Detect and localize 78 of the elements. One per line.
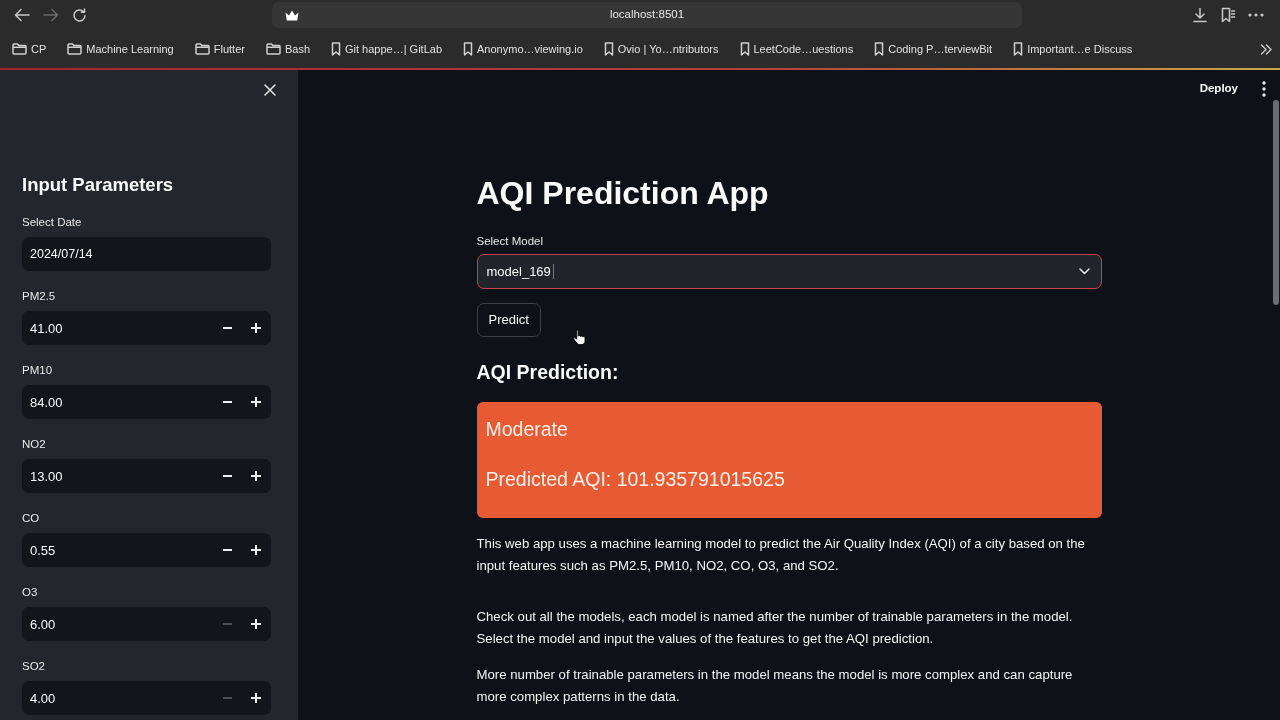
plus-icon (251, 619, 262, 629)
bookmark-icon (603, 42, 614, 56)
predict-button[interactable]: Predict (476, 303, 541, 337)
chevrons-right-icon[interactable] (1260, 43, 1272, 55)
result-category: Moderate (485, 417, 569, 442)
field-label: SO2 (22, 659, 46, 674)
bookmark-link[interactable]: Anonymo…viewing.io (463, 40, 583, 58)
increment-button[interactable] (241, 681, 271, 715)
field-label: Select Model (476, 234, 544, 249)
deploy-button[interactable]: Deploy (1195, 78, 1242, 100)
bookmark-link[interactable]: Ovio | Yo…ntributors (603, 40, 719, 58)
folder-icon (194, 43, 210, 55)
field-label: NO2 (22, 437, 47, 452)
increment-button[interactable] (241, 311, 271, 345)
bookmark-folder[interactable]: CP (12, 40, 47, 58)
increment-button[interactable] (241, 607, 271, 641)
ellipsis-icon[interactable] (1248, 13, 1264, 17)
number-field[interactable]: 6.00 (22, 607, 214, 641)
scrollbar-thumb[interactable] (1273, 100, 1279, 305)
bookmark-link[interactable]: Git happe…| GitLab (331, 40, 443, 58)
description-text: More number of trainable parameters in the model means the model is more complex and can capture more complex patterns in the data. (476, 666, 1074, 706)
date-field[interactable]: 2024/07/14 (22, 237, 271, 271)
field-label: O3 (22, 585, 39, 600)
bookmark-link[interactable]: LeetCode…uestions (739, 40, 854, 58)
minus-icon (222, 549, 232, 551)
plus-icon (251, 545, 262, 555)
bookmark-link[interactable]: Coding P…terviewBit (874, 40, 993, 58)
kebab-menu-icon[interactable] (1262, 81, 1266, 97)
text-caret-icon (552, 264, 555, 279)
folder-icon (67, 43, 83, 55)
field-label: Select Date (22, 215, 83, 230)
bookmark-folder[interactable]: Flutter (194, 40, 245, 58)
increment-button[interactable] (241, 459, 271, 493)
reload-icon[interactable] (72, 7, 87, 23)
description-text: Check out all the models, each model is named after the number of trainable parameters in the model. Select the model and input the values of the features to get the AQI prediction. (476, 608, 1074, 648)
plus-icon (251, 397, 262, 407)
bookmark-icon (331, 42, 341, 56)
section-heading: AQI Prediction: (476, 360, 620, 385)
number-field[interactable]: 84.00 (22, 385, 214, 419)
field-label: PM2.5 (22, 289, 57, 304)
bookmark-folder[interactable]: Machine Learning (67, 40, 174, 58)
field-label: CO (22, 511, 41, 526)
sidebar-title: Input Parameters (22, 173, 175, 197)
bookmark-icon (1013, 42, 1024, 56)
plus-icon (251, 323, 262, 333)
number-field[interactable]: 13.00 (22, 459, 214, 493)
folder-icon (265, 43, 281, 55)
back-arrow-icon[interactable] (14, 8, 30, 22)
number-field[interactable]: 0.55 (22, 533, 214, 567)
minus-icon (222, 697, 232, 699)
bookmark-folder[interactable]: Bash (265, 40, 310, 58)
reading-list-icon[interactable] (1220, 7, 1236, 23)
description-text: This web app uses a machine learning model to predict the Air Quality Index (AQI) of a city based on the input features such as PM2.5, PM10, NO2, CO, O3, and SO2. (476, 535, 1086, 575)
increment-button[interactable] (241, 385, 271, 419)
increment-button[interactable] (241, 533, 271, 567)
plus-icon (251, 693, 262, 703)
predicted-aqi-text: Predicted AQI: 101.935791015625 (485, 467, 786, 492)
download-icon[interactable] (1192, 7, 1208, 23)
bookmark-link[interactable]: Important…e Discuss (1013, 40, 1133, 58)
minus-icon (222, 401, 232, 403)
field-label: PM10 (22, 363, 54, 378)
number-field[interactable]: 4.00 (22, 681, 214, 715)
model-select[interactable]: model_169 (476, 254, 1102, 289)
plus-icon (251, 471, 262, 481)
app-title: AQI Prediction App (476, 174, 770, 213)
minus-icon (222, 327, 232, 329)
hand-cursor-icon (573, 329, 587, 346)
chevron-down-icon (1078, 268, 1090, 275)
minus-icon (222, 475, 232, 477)
bookmark-icon (463, 42, 474, 56)
minus-icon (222, 623, 232, 625)
bookmark-icon (739, 42, 750, 56)
crown-icon (285, 9, 299, 21)
address-bar[interactable]: localhost:8501 (272, 2, 1022, 28)
number-field[interactable]: 41.00 (22, 311, 214, 345)
folder-icon (12, 43, 27, 55)
close-icon[interactable] (264, 84, 276, 96)
bookmark-icon (874, 42, 885, 56)
